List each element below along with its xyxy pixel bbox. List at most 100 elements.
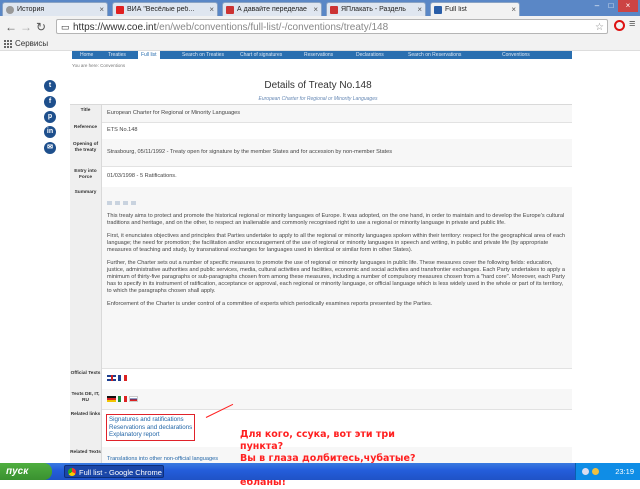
page-title: Details of Treaty No.148 — [264, 80, 372, 91]
network-icon[interactable] — [582, 468, 589, 475]
row-official-texts: Official Texts — [70, 368, 572, 390]
volume-icon[interactable] — [592, 468, 599, 475]
youtube-icon — [116, 5, 124, 14]
row-value: European Charter for Regional or Minorit… — [107, 110, 241, 116]
close-window-icon[interactable]: × — [618, 0, 638, 12]
tab-history[interactable]: История × — [2, 2, 108, 16]
facebook-icon[interactable]: f — [44, 96, 56, 108]
maximize-icon[interactable]: □ — [604, 0, 618, 12]
tab-site-1[interactable]: А давайте переделае × — [222, 2, 322, 16]
close-tab-icon[interactable]: × — [97, 5, 104, 14]
site-icon — [226, 5, 234, 14]
coe-icon — [434, 5, 442, 14]
annotation-text: Для кого, ссука, вот эти три пункта? Вы … — [240, 429, 440, 489]
window-controls: – □ × — [590, 0, 638, 12]
breadcrumb: You are here: Conventions — [72, 63, 126, 68]
summary-text: This treaty aims to protect and promote … — [107, 201, 568, 314]
menu-icon[interactable]: ≡ — [629, 18, 635, 30]
french-flag-icon[interactable] — [118, 375, 127, 381]
row-value: 01/03/1998 - 5 Ratifications. — [107, 173, 177, 179]
system-tray: 23:19 — [575, 463, 640, 480]
taskbar-chrome-window[interactable]: Full list - Google Chrome — [64, 465, 164, 478]
row-label: Summary — [70, 187, 102, 368]
tab-youtube[interactable]: ВИА "Весёлые реб... × — [112, 2, 218, 16]
nav-item-declarations[interactable]: Declarations — [356, 51, 384, 59]
nav-item-home[interactable]: Home — [80, 51, 93, 59]
twitter-icon[interactable]: t — [44, 80, 56, 92]
summary-paragraph: This treaty aims to protect and promote … — [107, 213, 565, 226]
row-entry-into-force: Entry into Force 01/03/1998 - 5 Ratifica… — [70, 166, 572, 188]
nav-item-chart[interactable]: Chart of signatures — [240, 51, 282, 59]
apps-label: Сервисы — [15, 39, 49, 48]
tab-label: ЯПлакать - Раздель — [341, 6, 406, 13]
row-label: Related links — [70, 409, 102, 447]
opera-icon[interactable] — [614, 20, 625, 31]
row-label: Texts DE, IT, RU — [70, 389, 102, 409]
row-title: Title European Charter for Regional or M… — [70, 105, 572, 123]
bookmarks-bar: Сервисы — [0, 38, 640, 51]
italian-flag-icon[interactable] — [118, 396, 127, 402]
nav-item-conventions[interactable]: Conventions — [502, 51, 530, 59]
chrome-icon — [68, 468, 76, 476]
row-label: Reference — [70, 122, 102, 139]
russian-flag-icon[interactable] — [129, 396, 138, 402]
row-summary: Summary This treaty aims to protect and … — [70, 187, 572, 369]
page-icon: ▭ — [61, 22, 70, 32]
windows-taskbar: пуск Full list - Google Chrome 23:19 — [0, 463, 640, 480]
bookmark-star-icon[interactable]: ☆ — [595, 20, 604, 35]
linkedin-icon[interactable]: in — [44, 126, 56, 138]
reload-icon[interactable]: ↻ — [36, 20, 46, 34]
annotation-line: Для кого, ссука, вот эти три пункта? — [240, 429, 395, 452]
row-label: Entry into Force — [70, 166, 102, 187]
link-reservations-declarations[interactable]: Reservations and declarations — [109, 424, 192, 432]
nav-item-reservations[interactable]: Reservations — [304, 51, 333, 59]
close-tab-icon[interactable]: × — [311, 5, 318, 14]
summary-paragraph: Enforcement of the Charter is under cont… — [107, 301, 433, 307]
row-label: Related Texts — [70, 447, 102, 463]
url-path: /en/web/conventions/full-list/-/conventi… — [156, 22, 389, 33]
url-host: https://www.coe.int — [73, 22, 157, 33]
english-flag-icon[interactable] — [107, 375, 116, 381]
tab-label: А давайте переделае — [237, 6, 307, 13]
tab-label: ВИА "Весёлые реб... — [127, 6, 195, 13]
start-button[interactable]: пуск — [0, 463, 52, 480]
tab-label: Full list — [445, 6, 467, 13]
link-explanatory-report[interactable]: Explanatory report — [109, 431, 192, 439]
browser-toolbar: ← → ↻ ▭ https://www.coe.int/en/web/conve… — [0, 16, 640, 39]
pinterest-icon[interactable]: p — [44, 111, 56, 123]
nav-item-treaties[interactable]: Treaties — [108, 51, 126, 59]
close-tab-icon[interactable]: × — [509, 5, 516, 14]
nav-item-full-list[interactable]: Full list — [138, 51, 160, 59]
page-subtitle: European Charter for Regional or Minorit… — [258, 96, 378, 102]
task-label: Full list - Google Chrome — [79, 468, 162, 477]
address-bar[interactable]: ▭ https://www.coe.int/en/web/conventions… — [56, 19, 608, 34]
apps-shortcut[interactable]: Сервисы — [4, 39, 48, 48]
row-label: Opening of the treaty — [70, 139, 102, 166]
tab-site-2[interactable]: ЯПлакать - Раздель × — [326, 2, 426, 16]
row-value: ETS No.148 — [107, 127, 138, 133]
language-selector[interactable] — [107, 201, 568, 205]
email-icon[interactable]: ✉ — [44, 142, 56, 154]
history-icon — [6, 5, 14, 14]
close-tab-icon[interactable]: × — [207, 5, 214, 14]
tab-label: История — [17, 6, 45, 13]
german-flag-icon[interactable] — [107, 396, 116, 402]
forward-icon[interactable]: → — [20, 20, 32, 34]
nav-item-search-reservations[interactable]: Search on Reservations — [408, 51, 461, 59]
related-links-box: Signatures and ratifications Reservation… — [106, 414, 196, 441]
tab-full-list[interactable]: Full list × — [430, 2, 520, 16]
minimize-icon[interactable]: – — [590, 0, 604, 12]
close-tab-icon[interactable]: × — [415, 5, 422, 14]
link-signatures-ratifications[interactable]: Signatures and ratifications — [109, 416, 192, 424]
site-navigation: Home Treaties Full list Search on Treati… — [72, 51, 572, 59]
row-label: Official Texts — [70, 368, 102, 389]
row-reference: Reference ETS No.148 — [70, 122, 572, 140]
browser-tab-bar: История × ВИА "Весёлые реб... × А давайт… — [0, 0, 640, 16]
summary-paragraph: First, it enunciates objectives and prin… — [107, 233, 566, 253]
back-icon[interactable]: ← — [5, 20, 17, 34]
site-icon — [330, 5, 338, 14]
row-texts-de-it-ru: Texts DE, IT, RU — [70, 389, 572, 410]
nav-item-search-treaties[interactable]: Search on Treaties — [182, 51, 224, 59]
apps-grid-icon — [4, 39, 12, 48]
start-label: пуск — [6, 466, 29, 477]
